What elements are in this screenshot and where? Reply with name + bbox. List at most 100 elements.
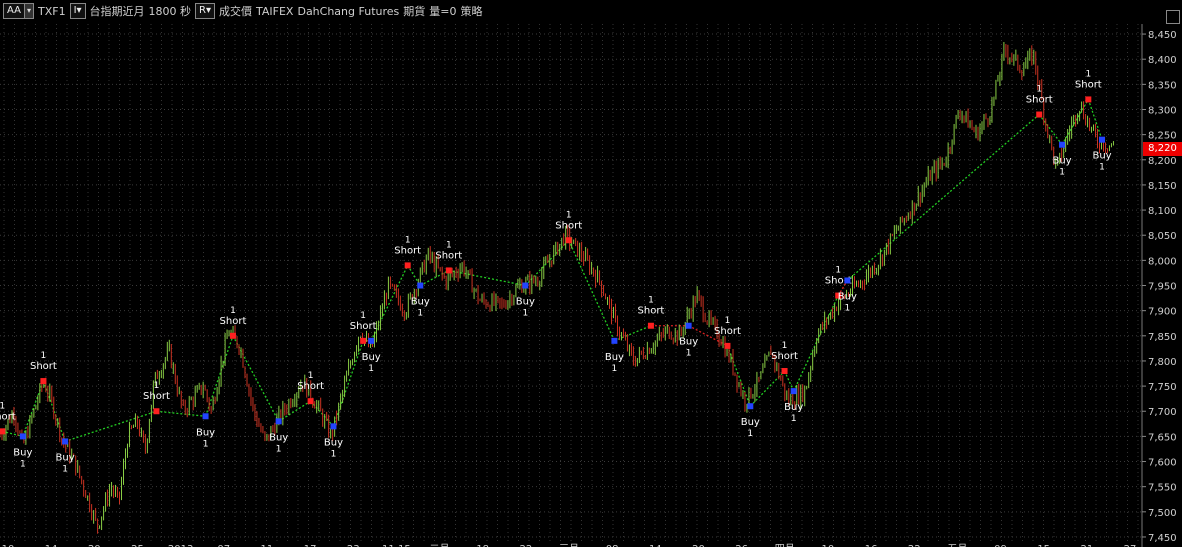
price-tick-label: 8,100 xyxy=(1148,206,1177,217)
trade-link xyxy=(793,295,839,392)
trade-qty-label: 1 xyxy=(446,240,452,250)
price-tick-label: 8,000 xyxy=(1148,256,1177,267)
date-tick-label: 五月 xyxy=(947,543,967,547)
short-label: Short xyxy=(0,411,16,422)
buy-marker xyxy=(330,423,337,430)
price-tick-label: 8,200 xyxy=(1148,156,1177,167)
symbol-button[interactable]: I▾ xyxy=(69,3,86,19)
trade-qty-label: 1 xyxy=(276,444,282,454)
price-tick-label: 7,500 xyxy=(1148,508,1177,519)
buy-label: Buy xyxy=(13,447,32,458)
buy-label: Buy xyxy=(605,352,624,363)
buy-marker xyxy=(368,337,375,344)
short-label: Short xyxy=(394,245,421,256)
trade-qty-label: 1 xyxy=(791,414,797,424)
trade-qty-label: 1 xyxy=(20,459,26,469)
short-marker xyxy=(307,398,314,405)
short-label: Short xyxy=(220,316,247,327)
short-marker xyxy=(40,378,47,385)
trade-qty-label: 1 xyxy=(1036,85,1042,95)
date-tick-label: 二月 xyxy=(430,543,450,547)
buy-label: Buy xyxy=(679,337,698,348)
price-tick-label: 8,250 xyxy=(1148,131,1177,142)
trade-link xyxy=(749,370,786,407)
short-marker xyxy=(565,237,572,244)
date-tick-label: 三月 xyxy=(559,543,579,547)
buy-label: Buy xyxy=(838,291,857,302)
trade-qty-label: 1 xyxy=(725,316,731,326)
price-tick-label: 7,650 xyxy=(1148,432,1177,443)
short-label: Short xyxy=(1026,95,1053,106)
trade-qty-label: 1 xyxy=(0,401,5,411)
price-tick-label: 7,550 xyxy=(1148,483,1177,494)
trade-link xyxy=(568,239,615,342)
short-label: Short xyxy=(638,306,665,317)
buy-label: Buy xyxy=(56,452,75,463)
trade-qty-label: 1 xyxy=(835,266,841,276)
trade-links xyxy=(2,99,1103,443)
buy-label: Buy xyxy=(362,352,381,363)
trade-qty-label: 1 xyxy=(417,309,423,319)
buy-marker xyxy=(202,413,209,420)
price-tick-label: 7,950 xyxy=(1148,282,1177,293)
buy-label: Buy xyxy=(516,297,535,308)
short-label: Short xyxy=(555,220,582,231)
trade-link xyxy=(846,114,1040,281)
short-label: Short xyxy=(435,250,462,261)
window-corner-box[interactable] xyxy=(1166,10,1180,24)
trade-link xyxy=(310,400,334,427)
aa-dropdown[interactable]: ▾ xyxy=(23,3,34,19)
price-tick-label: 7,600 xyxy=(1148,458,1177,469)
buy-marker xyxy=(417,282,424,289)
buy-label: Buy xyxy=(784,402,803,413)
buy-marker xyxy=(62,438,69,445)
trade-qty-label: 1 xyxy=(747,429,753,439)
short-marker xyxy=(360,337,367,344)
short-marker xyxy=(724,342,731,349)
buy-marker xyxy=(844,277,851,284)
volume-label: 量=0 xyxy=(429,5,457,18)
buy-marker xyxy=(275,418,282,425)
trade-link xyxy=(783,370,795,392)
exchange-label: TAIFEX xyxy=(256,4,294,18)
price-tick-label: 8,150 xyxy=(1148,181,1177,192)
symbol-name: 台指期近月 xyxy=(89,5,145,18)
trade-qty-label: 1 xyxy=(331,449,337,459)
buy-marker xyxy=(685,322,692,329)
buy-marker xyxy=(1099,136,1106,143)
trade-qty-label: 1 xyxy=(368,364,374,374)
short-marker xyxy=(781,368,788,375)
trade-qty-label: 1 xyxy=(230,306,236,316)
interval-label: 1800 秒 xyxy=(148,5,192,18)
trade-qty-label: 1 xyxy=(360,311,366,321)
short-marker xyxy=(647,322,654,329)
trade-qty-label: 1 xyxy=(648,296,654,306)
trade-qty-label: 1 xyxy=(1085,69,1091,79)
short-marker xyxy=(153,408,160,415)
source-label: DahChang Futures xyxy=(297,4,400,18)
trade-qty-label: 1 xyxy=(844,303,850,313)
price-tick-label: 7,700 xyxy=(1148,407,1177,418)
buy-label: Buy xyxy=(1092,151,1111,162)
trade-qty-label: 1 xyxy=(1099,163,1105,173)
date-axis: 1014202520130711172311:15二月1822三月0814202… xyxy=(2,543,1137,547)
buy-marker xyxy=(19,433,26,440)
trade-qty-label: 1 xyxy=(154,381,160,391)
price-tick-label: 7,850 xyxy=(1148,332,1177,343)
short-marker xyxy=(1036,111,1043,118)
date-tick-label: 四月 xyxy=(775,543,795,547)
r-button[interactable]: R▾ xyxy=(195,3,216,19)
trade-link xyxy=(204,335,234,417)
symbol-label: TXF1 xyxy=(37,4,66,18)
short-label: Short xyxy=(143,391,170,402)
trade-qty-label: 1 xyxy=(1059,168,1065,178)
trade-link xyxy=(64,410,157,443)
trade-markers: Short1Buy1Short1Buy1Short1Buy1Short1Buy1… xyxy=(0,69,1112,474)
price-tick-label: 7,800 xyxy=(1148,357,1177,368)
price-tick-label: 8,350 xyxy=(1148,80,1177,91)
aa-button[interactable]: AA xyxy=(3,3,25,19)
buy-label: Buy xyxy=(269,432,288,443)
current-price-box: 8,220 xyxy=(1143,142,1182,156)
price-chart[interactable]: Short1Buy1Short1Buy1Short1Buy1Short1Buy1… xyxy=(0,0,1182,547)
price-axis: 8,450 8,400 8,350 8,300 8,250 8,200 8,150 8,100… xyxy=(1142,30,1177,544)
